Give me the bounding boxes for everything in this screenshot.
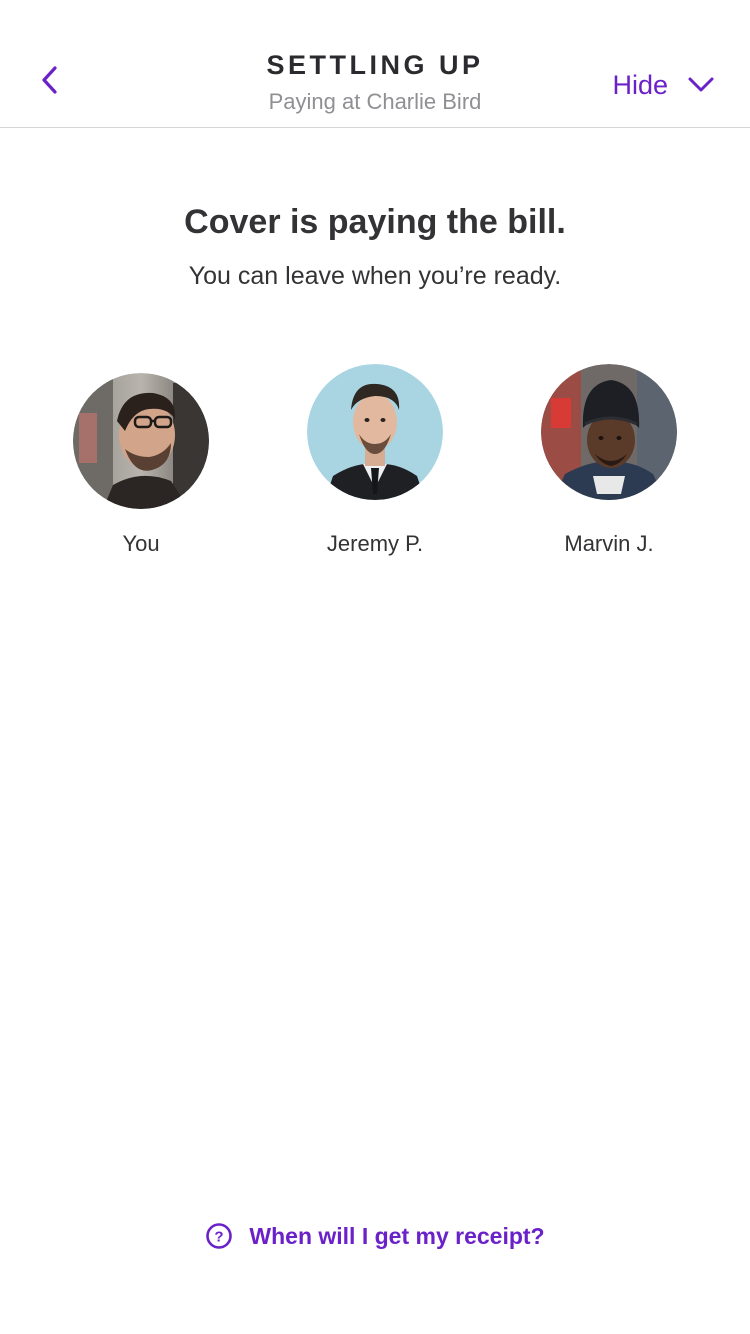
person-you: You [41, 373, 241, 557]
settling-up-screen: SETTLING UP Paying at Charlie Bird Hide … [0, 0, 750, 1334]
receipt-help-link[interactable]: ? When will I get my receipt? [0, 1222, 750, 1250]
hide-label: Hide [612, 69, 668, 100]
question-circle-icon: ? [205, 1222, 233, 1250]
person-name: Marvin J. [564, 531, 654, 556]
avatar [541, 364, 677, 500]
avatar [73, 373, 209, 509]
chevron-down-icon [688, 76, 714, 94]
receipt-help-text: When will I get my receipt? [249, 1222, 545, 1249]
status-headline: Cover is paying the bill. [184, 203, 566, 241]
hide-button[interactable]: Hide [612, 66, 714, 104]
status-subline: You can leave when you’re ready. [188, 262, 562, 290]
avatar [307, 364, 443, 500]
top-nav-bar: SETTLING UP Paying at Charlie Bird Hide [0, 0, 750, 128]
person-name: You [122, 531, 160, 556]
svg-text:?: ? [215, 1229, 224, 1246]
person-marvin: Marvin J. [509, 364, 709, 557]
person-jeremy: Jeremy P. [275, 364, 475, 557]
person-name: Jeremy P. [326, 531, 424, 556]
